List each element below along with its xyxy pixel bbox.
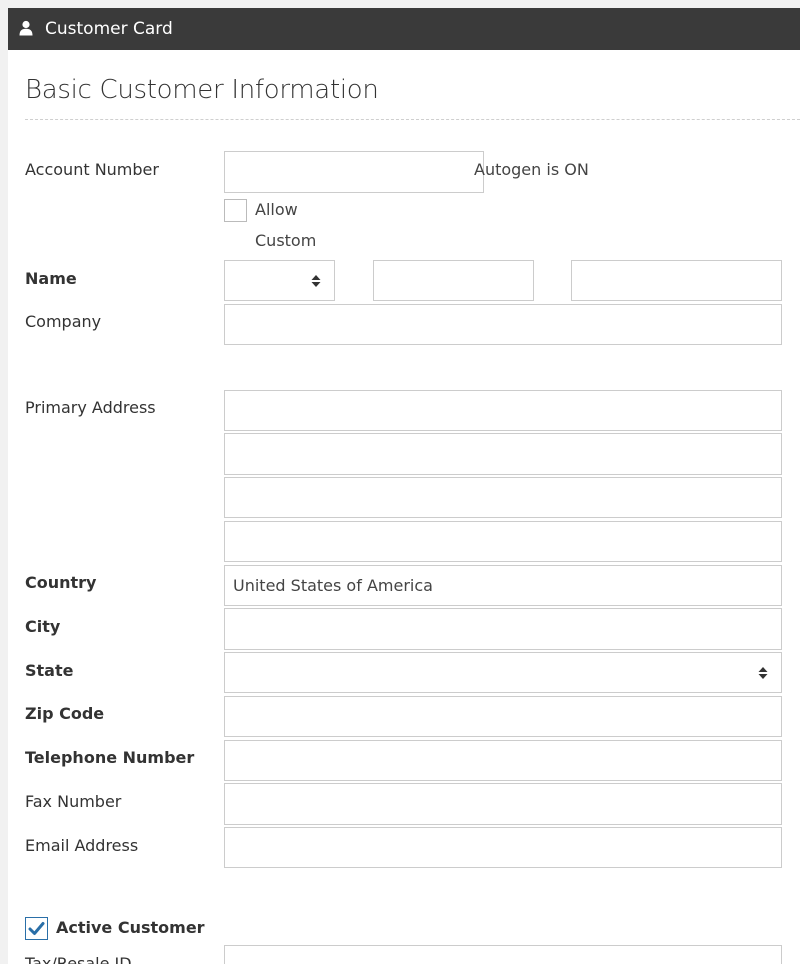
zip-code-input[interactable] — [224, 696, 782, 737]
telephone-input[interactable] — [224, 740, 782, 781]
tax-resale-id-label: Tax/Resale ID — [25, 954, 132, 964]
country-label: Country — [25, 573, 97, 592]
zip-code-label: Zip Code — [25, 704, 105, 723]
fax-label: Fax Number — [25, 792, 122, 811]
customer-card: Customer Card Basic Customer Information… — [8, 8, 800, 964]
select-arrows-icon — [758, 667, 768, 679]
user-icon — [19, 20, 33, 36]
city-input[interactable] — [224, 608, 782, 650]
address-line-4-input[interactable] — [224, 521, 782, 562]
card-header: Customer Card — [8, 8, 800, 50]
name-prefix-select[interactable] — [224, 260, 335, 301]
allow-custom-checkbox[interactable] — [224, 199, 247, 222]
email-label: Email Address — [25, 836, 139, 855]
account-number-input[interactable] — [224, 151, 484, 193]
primary-address-label: Primary Address — [25, 398, 156, 417]
address-line-3-input[interactable] — [224, 477, 782, 518]
company-label: Company — [25, 312, 102, 331]
section-divider — [25, 119, 800, 120]
allow-custom-label-line2: Custom — [255, 231, 317, 250]
email-input[interactable] — [224, 827, 782, 868]
company-input[interactable] — [224, 304, 782, 345]
state-select[interactable] — [224, 652, 782, 693]
account-number-label: Account Number — [25, 160, 159, 179]
active-customer-checkbox[interactable] — [25, 917, 48, 940]
fax-input[interactable] — [224, 783, 782, 825]
card-title: Customer Card — [45, 19, 173, 39]
state-label: State — [25, 661, 74, 680]
telephone-label: Telephone Number — [25, 748, 195, 767]
city-label: City — [25, 617, 61, 636]
address-line-2-input[interactable] — [224, 433, 782, 475]
active-customer-label: Active Customer — [56, 918, 205, 937]
name-label: Name — [25, 269, 77, 288]
checkmark-icon — [28, 922, 45, 935]
country-input[interactable] — [224, 565, 782, 606]
address-line-1-input[interactable] — [224, 390, 782, 431]
autogen-status: Autogen is ON — [474, 160, 589, 179]
allow-custom-label-line1: Allow — [255, 200, 298, 219]
select-arrows-icon — [311, 275, 321, 287]
section-title: Basic Customer Information — [25, 75, 379, 105]
first-name-input[interactable] — [373, 260, 534, 301]
tax-resale-id-input[interactable] — [224, 945, 782, 964]
last-name-input[interactable] — [571, 260, 782, 301]
